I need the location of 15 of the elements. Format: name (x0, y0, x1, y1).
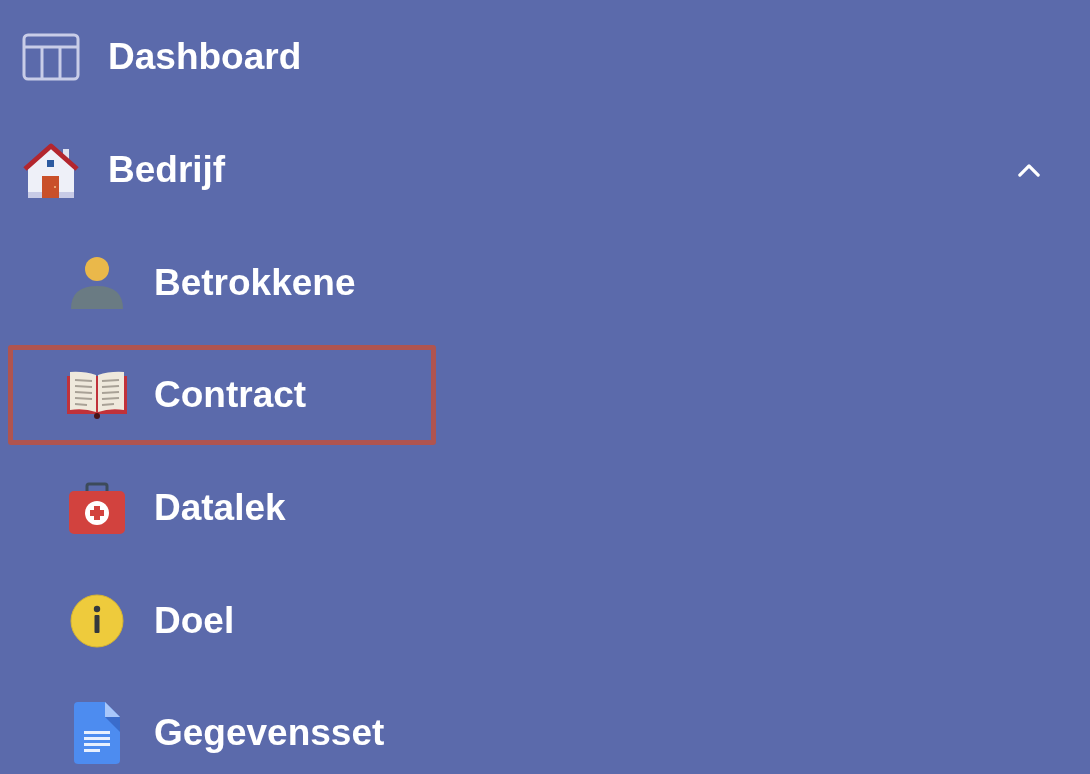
chevron-up-icon[interactable] (1018, 163, 1040, 177)
house-icon (22, 141, 80, 200)
sidebar-item[interactable]: Betrokkene (8, 244, 436, 321)
first-aid-kit-icon (69, 482, 125, 535)
sidebar-item[interactable]: Dashboard (8, 19, 1045, 96)
sidebar-item[interactable]: Contract (8, 345, 436, 446)
sidebar-item[interactable]: Bedrijf (8, 132, 1045, 209)
person-icon (70, 256, 124, 309)
sidebar-item[interactable]: Gegevensset (8, 695, 436, 772)
table-icon (22, 33, 80, 82)
document-icon (74, 702, 120, 765)
open-book-icon (67, 370, 127, 421)
sidebar-item[interactable]: Doel (8, 582, 436, 659)
info-icon (70, 593, 124, 648)
sidebar-item[interactable]: Datalek (8, 470, 436, 547)
